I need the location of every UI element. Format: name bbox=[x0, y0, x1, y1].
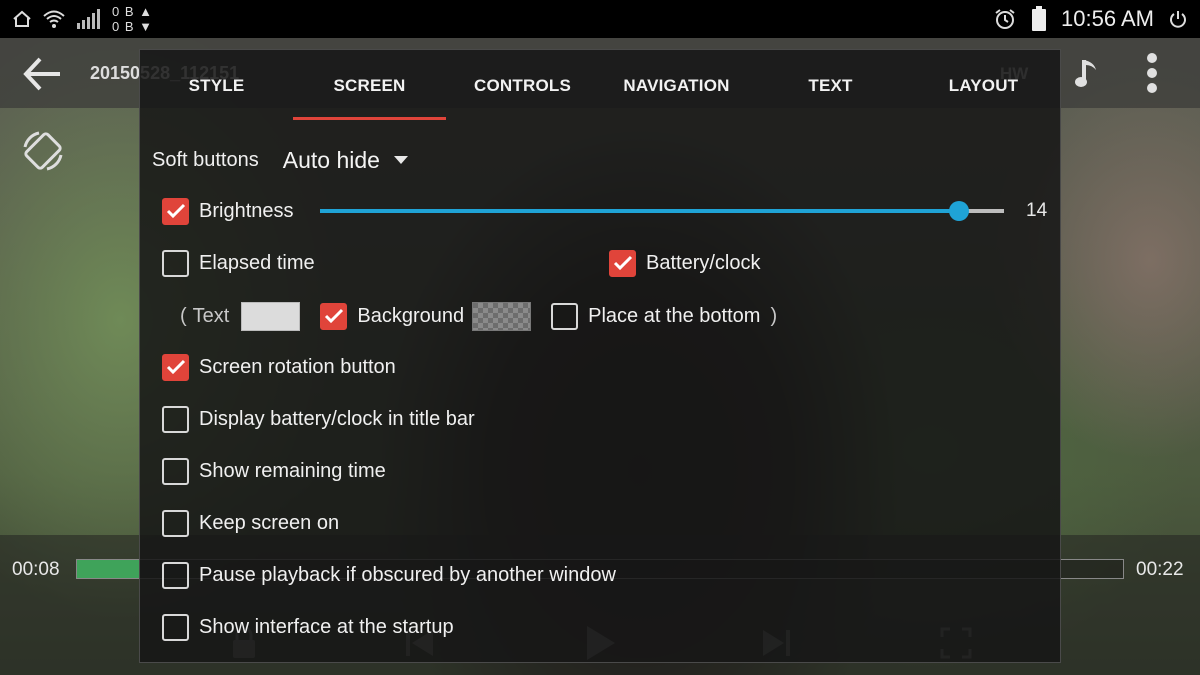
soft-buttons-value: Auto hide bbox=[282, 146, 380, 173]
option-battery-title-bar[interactable]: Display battery/clock in title bar bbox=[162, 404, 475, 434]
brightness-slider[interactable] bbox=[320, 201, 1004, 221]
place-bottom-checkbox[interactable] bbox=[551, 302, 579, 330]
pause-obscured-label: Pause playback if obscured by another wi… bbox=[199, 563, 616, 586]
status-clock: 10:56 AM bbox=[1061, 6, 1154, 31]
option-screen-rotation-button[interactable]: Screen rotation button bbox=[162, 352, 396, 382]
soft-buttons-dropdown[interactable]: Auto hide bbox=[283, 147, 408, 174]
chevron-down-icon bbox=[393, 156, 408, 164]
show-interface-checkbox[interactable] bbox=[162, 613, 189, 641]
text-color-swatch[interactable] bbox=[241, 301, 301, 331]
back-arrow-icon bbox=[23, 57, 60, 91]
screen-settings-dialog: STYLE SCREEN CONTROLS NAVIGATION TEXT LA… bbox=[139, 49, 1061, 663]
battery-title-bar-checkbox[interactable] bbox=[162, 405, 189, 433]
elapsed-time: 00:08 bbox=[12, 559, 60, 580]
seek-progress bbox=[77, 560, 140, 578]
status-bar: 0 B ▲ 0 B ▼ 10:56 AM bbox=[0, 0, 1200, 38]
brightness-slider-thumb[interactable] bbox=[948, 201, 969, 221]
music-note-icon bbox=[1075, 60, 1096, 87]
battery-title-bar-label: Display battery/clock in title bar bbox=[199, 407, 475, 430]
screen-rotation-checkbox[interactable] bbox=[162, 353, 189, 381]
pause-obscured-checkbox[interactable] bbox=[162, 561, 189, 589]
signal-icon bbox=[76, 8, 102, 30]
remaining-time-checkbox[interactable] bbox=[162, 457, 189, 485]
overflow-menu-button[interactable] bbox=[1134, 50, 1170, 96]
alarm-icon bbox=[993, 7, 1017, 31]
brightness-value: 14 bbox=[1026, 200, 1048, 221]
power-icon bbox=[1168, 9, 1188, 29]
home-icon bbox=[12, 10, 32, 28]
active-tab-indicator bbox=[293, 117, 446, 120]
settings-tab-bar: STYLE SCREEN CONTROLS NAVIGATION TEXT LA… bbox=[140, 50, 1060, 122]
keep-screen-on-label: Keep screen on bbox=[199, 511, 340, 534]
back-button[interactable] bbox=[18, 52, 66, 96]
net-up-value: 0 B ▲ bbox=[112, 4, 153, 19]
brightness-option[interactable]: Brightness bbox=[162, 196, 294, 226]
brightness-checkbox[interactable] bbox=[162, 197, 189, 225]
elapsed-time-option[interactable]: Elapsed time bbox=[162, 248, 315, 278]
show-interface-label: Show interface at the startup bbox=[199, 615, 454, 638]
brightness-slider-fill bbox=[320, 209, 959, 213]
elapsed-time-label: Elapsed time bbox=[199, 251, 315, 274]
background-checkbox[interactable] bbox=[320, 302, 348, 330]
background-color-swatch[interactable] bbox=[472, 301, 532, 331]
clock-style-row: ( Text Background Place at the bottom ) bbox=[180, 300, 777, 332]
place-bottom-label: Place at the bottom bbox=[588, 304, 761, 327]
soft-buttons-label: Soft buttons bbox=[152, 148, 259, 171]
option-pause-obscured[interactable]: Pause playback if obscured by another wi… bbox=[162, 560, 616, 590]
tab-navigation[interactable]: NAVIGATION bbox=[600, 50, 753, 122]
text-color-label: Text bbox=[192, 304, 230, 327]
battery-clock-label: Battery/clock bbox=[646, 251, 761, 274]
soft-buttons-row: Soft buttons Auto hide bbox=[152, 142, 408, 178]
option-remaining-time[interactable]: Show remaining time bbox=[162, 456, 386, 486]
keep-screen-on-checkbox[interactable] bbox=[162, 509, 189, 537]
tab-screen[interactable]: SCREEN bbox=[293, 50, 446, 122]
battery-clock-checkbox[interactable] bbox=[609, 249, 636, 277]
battery-icon bbox=[1031, 6, 1047, 32]
rotate-screen-icon bbox=[23, 131, 63, 171]
option-show-interface-startup[interactable]: Show interface at the startup bbox=[162, 612, 454, 642]
background-label: Background bbox=[357, 304, 465, 327]
option-keep-screen-on[interactable]: Keep screen on bbox=[162, 508, 339, 538]
screen-rotation-button[interactable] bbox=[18, 126, 68, 176]
tab-layout[interactable]: LAYOUT bbox=[907, 50, 1060, 122]
net-down-value: 0 B ▼ bbox=[112, 19, 153, 34]
tab-style[interactable]: STYLE bbox=[140, 50, 293, 122]
close-paren: ) bbox=[770, 304, 778, 327]
more-vertical-icon bbox=[1147, 53, 1157, 93]
open-paren: ( bbox=[180, 304, 187, 327]
battery-clock-option[interactable]: Battery/clock bbox=[609, 248, 760, 278]
total-time: 00:22 bbox=[1136, 559, 1184, 580]
screen-rotation-label: Screen rotation button bbox=[199, 355, 396, 378]
remaining-time-label: Show remaining time bbox=[199, 459, 386, 482]
brightness-label: Brightness bbox=[199, 199, 294, 222]
tab-text[interactable]: TEXT bbox=[754, 50, 907, 122]
audio-track-button[interactable] bbox=[1068, 54, 1106, 92]
elapsed-time-checkbox[interactable] bbox=[162, 249, 189, 277]
wifi-icon bbox=[42, 9, 66, 29]
network-speed: 0 B ▲ 0 B ▼ bbox=[112, 4, 153, 34]
tab-controls[interactable]: CONTROLS bbox=[446, 50, 599, 122]
